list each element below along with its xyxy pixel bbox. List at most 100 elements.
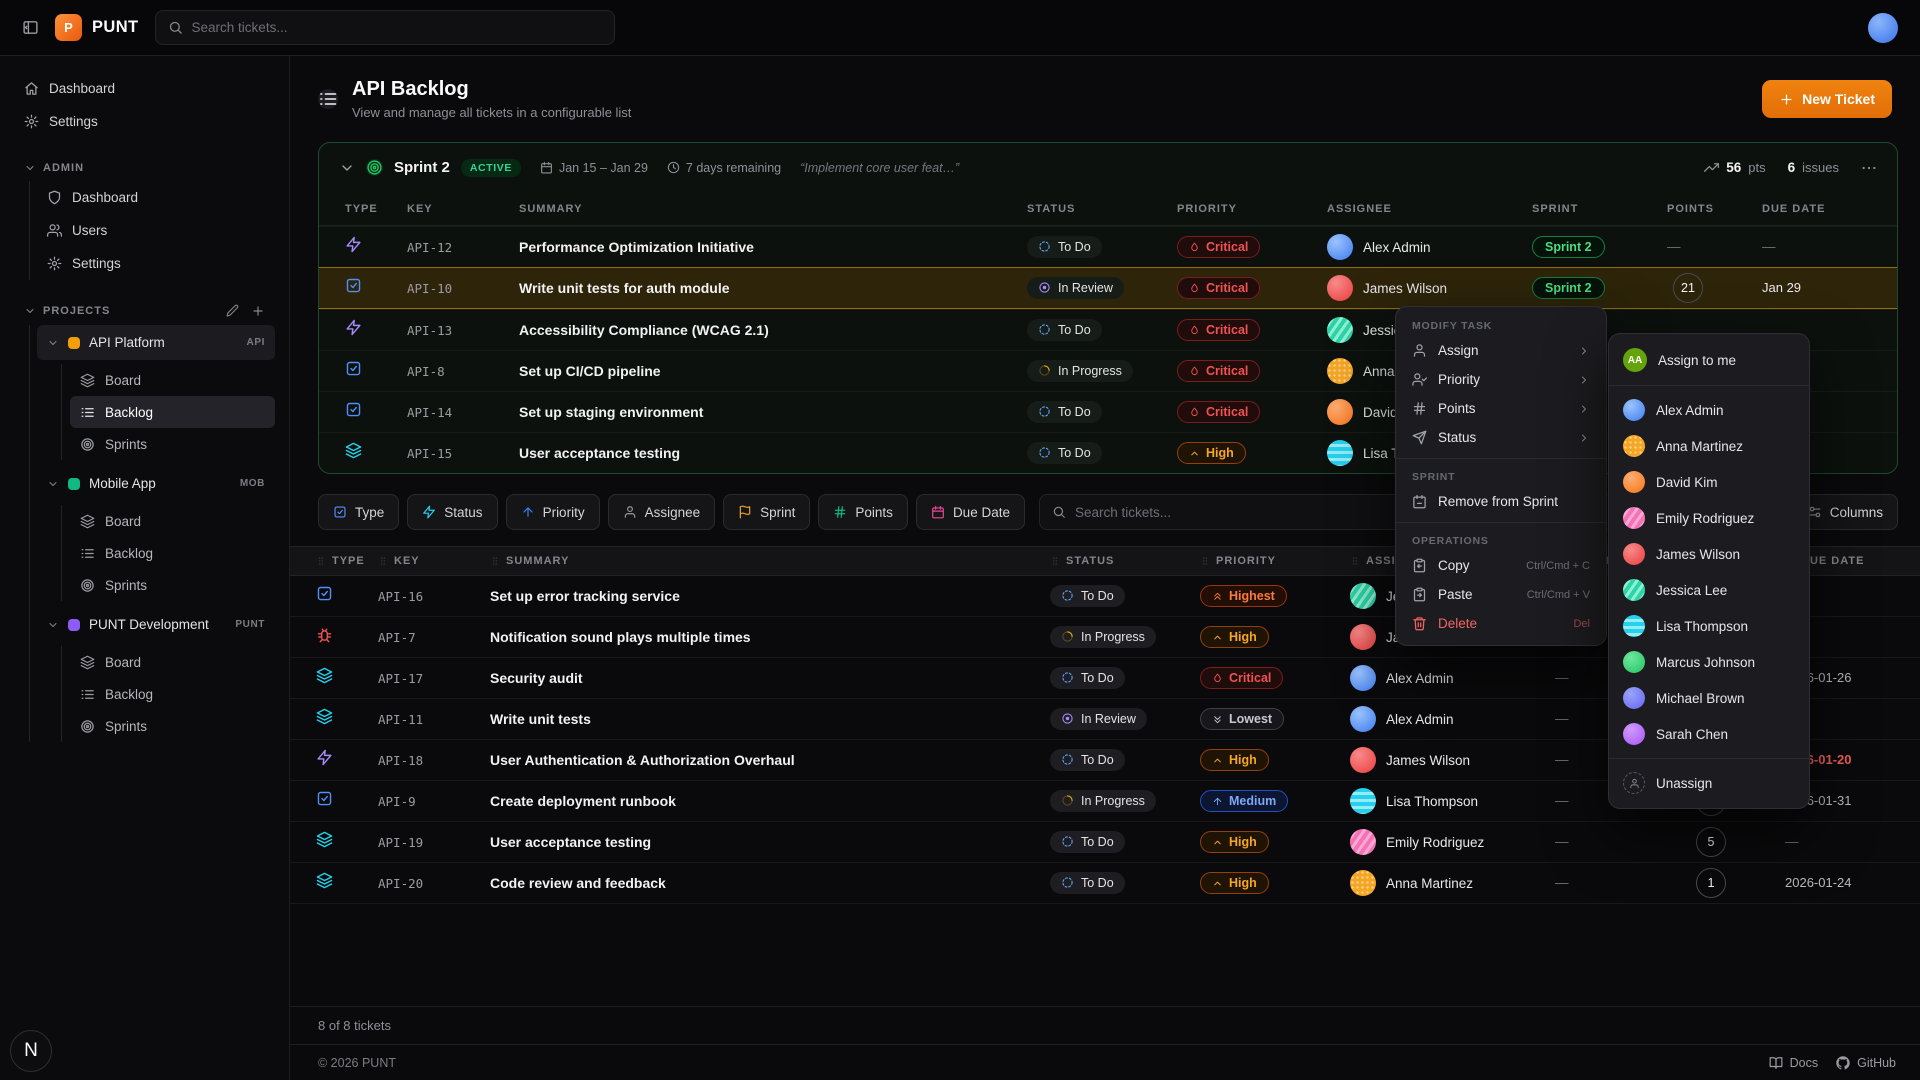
priority-badge[interactable]: Critical <box>1177 236 1260 258</box>
menu-item-copy[interactable]: CopyCtrl/Cmd + C <box>1396 551 1606 580</box>
sidebar-item-admin-users[interactable]: Users <box>37 214 275 247</box>
status-badge[interactable]: In Progress <box>1050 626 1156 648</box>
priority-badge[interactable]: Lowest <box>1200 708 1284 730</box>
project-punt[interactable]: PUNT DevelopmentPUNT <box>37 607 275 642</box>
menu-item-assign-to-me[interactable]: AAAssign to me <box>1609 341 1809 379</box>
priority-badge[interactable]: High <box>1200 749 1269 771</box>
sidebar-item-sprints[interactable]: Sprints <box>70 569 275 601</box>
footer-link-github[interactable]: GitHub <box>1836 1056 1896 1070</box>
priority-badge[interactable]: Critical <box>1200 667 1283 689</box>
menu-item-assignee-david-kim[interactable]: David Kim <box>1609 464 1809 500</box>
priority-badge[interactable]: Highest <box>1200 585 1287 607</box>
chevron-down-icon[interactable] <box>339 160 355 176</box>
user-avatar[interactable] <box>1868 13 1898 43</box>
project-api[interactable]: API PlatformAPI <box>37 325 275 360</box>
status-badge[interactable]: In Progress <box>1027 360 1133 382</box>
menu-item-assignee-sarah-chen[interactable]: Sarah Chen <box>1609 716 1809 752</box>
menu-item-assignee-emily-rodriguez[interactable]: Emily Rodriguez <box>1609 500 1809 536</box>
drag-handle-icon[interactable] <box>1050 556 1060 566</box>
menu-item-assign[interactable]: Assign <box>1396 336 1606 365</box>
sidebar-item-admin-settings[interactable]: Settings <box>37 247 275 280</box>
sidebar-item-admin-dashboard[interactable]: Dashboard <box>37 181 275 214</box>
status-badge[interactable]: To Do <box>1027 401 1102 423</box>
filter-button-due-date[interactable]: Due Date <box>916 494 1025 530</box>
drag-handle-icon[interactable] <box>490 556 500 566</box>
global-search-input[interactable] <box>192 20 602 35</box>
edit-projects-icon[interactable] <box>226 304 239 317</box>
status-badge[interactable]: To Do <box>1050 667 1125 689</box>
footer-link-docs[interactable]: Docs <box>1769 1056 1818 1070</box>
menu-item-paste[interactable]: PasteCtrl/Cmd + V <box>1396 580 1606 609</box>
sidebar-item-sprints[interactable]: Sprints <box>70 428 275 460</box>
status-badge[interactable]: To Do <box>1050 872 1125 894</box>
filter-button-type[interactable]: Type <box>318 494 399 530</box>
add-project-icon[interactable] <box>251 304 265 318</box>
filter-button-assignee[interactable]: Assignee <box>608 494 716 530</box>
table-row-api-20[interactable]: API-20Code review and feedbackTo DoHighA… <box>290 863 1920 904</box>
priority-badge[interactable]: Critical <box>1177 277 1260 299</box>
menu-shortcut: Del <box>1573 618 1590 630</box>
sidebar-toggle-icon[interactable] <box>22 19 39 36</box>
priority-badge[interactable]: High <box>1200 872 1269 894</box>
menu-item-priority[interactable]: Priority <box>1396 365 1606 394</box>
priority-badge[interactable]: Critical <box>1177 360 1260 382</box>
sprint-badge[interactable]: Sprint 2 <box>1532 277 1605 299</box>
priority-badge[interactable]: Medium <box>1200 790 1288 812</box>
sidebar-item-board[interactable]: Board <box>70 364 275 396</box>
menu-item-status[interactable]: Status <box>1396 423 1606 452</box>
filter-button-points[interactable]: Points <box>818 494 908 530</box>
status-badge[interactable]: To Do <box>1050 831 1125 853</box>
menu-item-delete[interactable]: DeleteDel <box>1396 609 1606 638</box>
menu-item-assignee-lisa-thompson[interactable]: Lisa Thompson <box>1609 608 1809 644</box>
menu-item-assignee-jessica-lee[interactable]: Jessica Lee <box>1609 572 1809 608</box>
status-badge[interactable]: In Review <box>1027 277 1124 299</box>
menu-item-assignee-james-wilson[interactable]: James Wilson <box>1609 536 1809 572</box>
drag-handle-icon[interactable] <box>1350 556 1360 566</box>
drag-handle-icon[interactable] <box>1200 556 1210 566</box>
sidebar-item-backlog[interactable]: Backlog <box>70 537 275 569</box>
filter-button-sprint[interactable]: Sprint <box>723 494 810 530</box>
table-row-api-19[interactable]: API-19User acceptance testingTo DoHighEm… <box>290 822 1920 863</box>
sidebar-item-board[interactable]: Board <box>70 505 275 537</box>
status-badge[interactable]: To Do <box>1027 319 1102 341</box>
sidebar-item-backlog[interactable]: Backlog <box>70 396 275 428</box>
filter-button-status[interactable]: Status <box>407 494 497 530</box>
menu-item-points[interactable]: Points <box>1396 394 1606 423</box>
priority-badge[interactable]: Critical <box>1177 401 1260 423</box>
table-row-api-10[interactable]: API-10Write unit tests for auth moduleIn… <box>319 267 1897 309</box>
project-mob[interactable]: Mobile AppMOB <box>37 466 275 501</box>
menu-item-assignee-michael-brown[interactable]: Michael Brown <box>1609 680 1809 716</box>
more-menu-icon[interactable] <box>1861 160 1877 176</box>
priority-badge[interactable]: High <box>1200 831 1269 853</box>
priority-badge[interactable]: High <box>1200 626 1269 648</box>
sidebar-item-settings[interactable]: Settings <box>14 105 275 138</box>
status-badge[interactable]: To Do <box>1050 749 1125 771</box>
priority-badge[interactable]: High <box>1177 442 1246 464</box>
menu-item-remove-from-sprint[interactable]: Remove from Sprint <box>1396 487 1606 516</box>
sidebar-section-admin[interactable]: ADMIN <box>14 162 275 174</box>
priority-badge[interactable]: Critical <box>1177 319 1260 341</box>
menu-item-unassign[interactable]: Unassign <box>1609 765 1809 801</box>
dev-badge[interactable]: N <box>10 1030 52 1072</box>
status-badge[interactable]: To Do <box>1027 236 1102 258</box>
sprint-header[interactable]: Sprint 2 ACTIVE Jan 15 – Jan 29 7 days r… <box>319 143 1897 192</box>
drag-handle-icon[interactable] <box>316 556 326 566</box>
sidebar-section-projects[interactable]: PROJECTS <box>14 304 275 318</box>
drag-handle-icon[interactable] <box>378 556 388 566</box>
sidebar-item-sprints[interactable]: Sprints <box>70 710 275 742</box>
status-badge[interactable]: In Progress <box>1050 790 1156 812</box>
status-badge[interactable]: To Do <box>1050 585 1125 607</box>
sprint-badge[interactable]: Sprint 2 <box>1532 236 1605 258</box>
global-search[interactable] <box>155 10 615 45</box>
menu-item-assignee-alex-admin[interactable]: Alex Admin <box>1609 392 1809 428</box>
sidebar-item-board[interactable]: Board <box>70 646 275 678</box>
table-row-api-12[interactable]: API-12Performance Optimization Initiativ… <box>319 226 1897 267</box>
sidebar-item-dashboard[interactable]: Dashboard <box>14 72 275 105</box>
menu-item-assignee-anna-martinez[interactable]: Anna Martinez <box>1609 428 1809 464</box>
filter-button-priority[interactable]: Priority <box>506 494 600 530</box>
menu-item-assignee-marcus-johnson[interactable]: Marcus Johnson <box>1609 644 1809 680</box>
status-badge[interactable]: In Review <box>1050 708 1147 730</box>
sidebar-item-backlog[interactable]: Backlog <box>70 678 275 710</box>
new-ticket-button[interactable]: New Ticket <box>1762 80 1892 118</box>
status-badge[interactable]: To Do <box>1027 442 1102 464</box>
